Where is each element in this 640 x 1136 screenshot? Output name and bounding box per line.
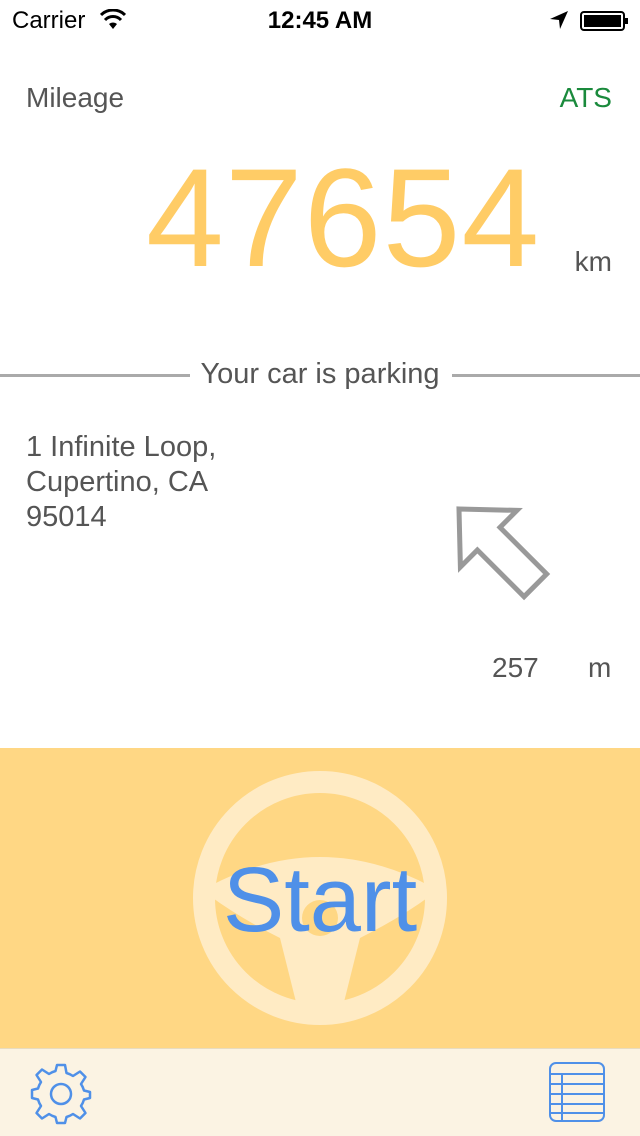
gear-icon[interactable] <box>28 1061 94 1127</box>
parking-caption: Your car is parking <box>200 358 440 390</box>
address-line: 1 Infinite Loop, <box>26 431 217 463</box>
status-bar: Carrier 12:45 AM <box>0 0 640 40</box>
parking-address: 1 Infinite Loop, Cupertino, CA 95014 <box>26 430 216 535</box>
address-line: 95014 <box>26 501 107 533</box>
brand-label[interactable]: ATS <box>560 82 612 114</box>
mileage-value: 47654 <box>146 139 541 296</box>
direction-arrow-icon <box>456 506 551 601</box>
distance-unit: m <box>588 652 612 683</box>
mileage-label: Mileage <box>26 82 125 113</box>
distance-value: 257 <box>492 652 539 683</box>
mileage-unit: km <box>574 246 612 277</box>
bottom-toolbar <box>0 1048 640 1136</box>
start-button[interactable]: Start <box>0 848 640 953</box>
start-panel[interactable]: Start <box>0 748 640 1048</box>
address-line: Cupertino, CA <box>26 466 209 498</box>
clock: 12:45 AM <box>267 7 373 34</box>
list-icon[interactable] <box>548 1061 606 1123</box>
location-arrow-icon <box>550 11 568 29</box>
battery-full-icon <box>580 11 628 31</box>
